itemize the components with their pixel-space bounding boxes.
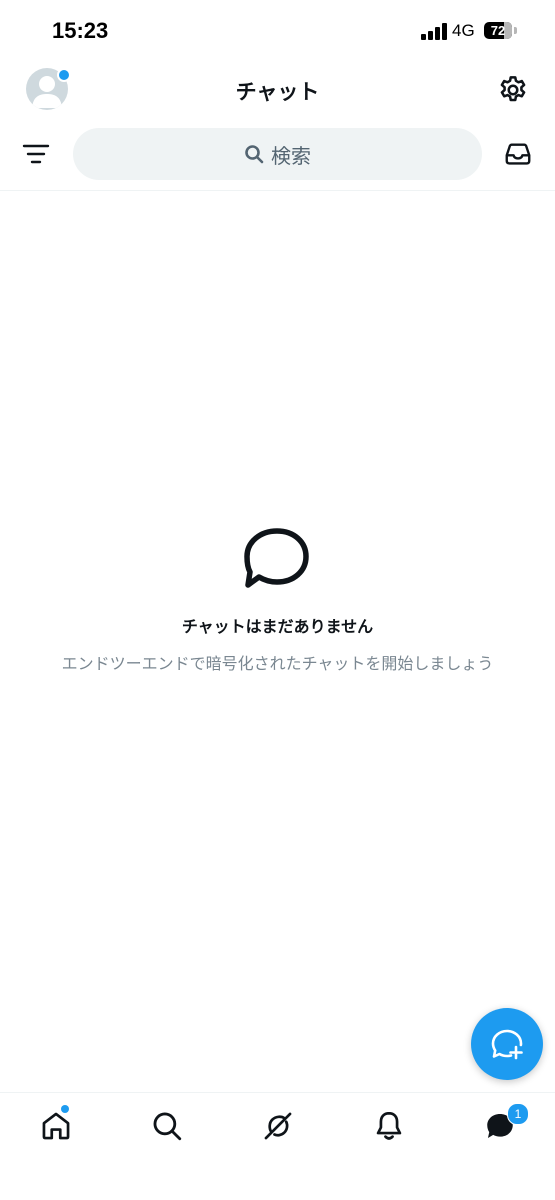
chat-unread-badge: 1 — [507, 1103, 529, 1125]
filter-button[interactable] — [22, 142, 50, 166]
inbox-icon — [505, 143, 531, 165]
search-icon — [245, 145, 264, 164]
search-icon — [153, 1112, 182, 1141]
search-row: 検索 — [0, 120, 555, 191]
battery-icon: 72 — [484, 22, 512, 39]
signal-icon — [421, 23, 447, 40]
home-notification-dot — [61, 1105, 69, 1113]
chat-screen: 15:23 4G 72 チャット 検索 チャットはまだありません エンドツーエン… — [0, 0, 555, 1200]
grok-icon — [264, 1112, 292, 1140]
status-bar: 15:23 4G 72 — [0, 0, 555, 60]
message-requests-button[interactable] — [503, 139, 533, 169]
nav-search[interactable] — [150, 1109, 184, 1143]
bell-icon — [376, 1111, 402, 1140]
new-chat-icon — [491, 1029, 523, 1060]
empty-chat-icon — [243, 527, 311, 591]
empty-state-title: チャットはまだありません — [181, 617, 374, 636]
page-title: チャット — [235, 80, 320, 104]
gear-icon — [500, 76, 526, 102]
nav-grok[interactable] — [261, 1109, 295, 1143]
search-placeholder: 検索 — [271, 143, 311, 168]
filter-icon — [22, 144, 50, 164]
header: チャット — [0, 60, 555, 120]
search-inner: 検索 — [73, 128, 482, 180]
settings-button[interactable] — [497, 74, 529, 106]
new-chat-button[interactable] — [471, 1008, 543, 1080]
status-time: 15:23 — [52, 18, 109, 43]
battery-level: 72 — [490, 23, 506, 38]
nav-notifications[interactable] — [372, 1109, 406, 1143]
network-type: 4G — [452, 21, 475, 40]
nav-home[interactable] — [39, 1109, 73, 1143]
home-icon — [42, 1112, 70, 1140]
chat-bubble-icon — [244, 528, 309, 588]
bottom-nav: 1 — [0, 1092, 555, 1200]
search-input[interactable]: 検索 — [73, 128, 482, 180]
battery-cap — [514, 27, 517, 34]
empty-state-subtitle: エンドツーエンドで暗号化されたチャットを開始しましょう — [61, 654, 494, 673]
